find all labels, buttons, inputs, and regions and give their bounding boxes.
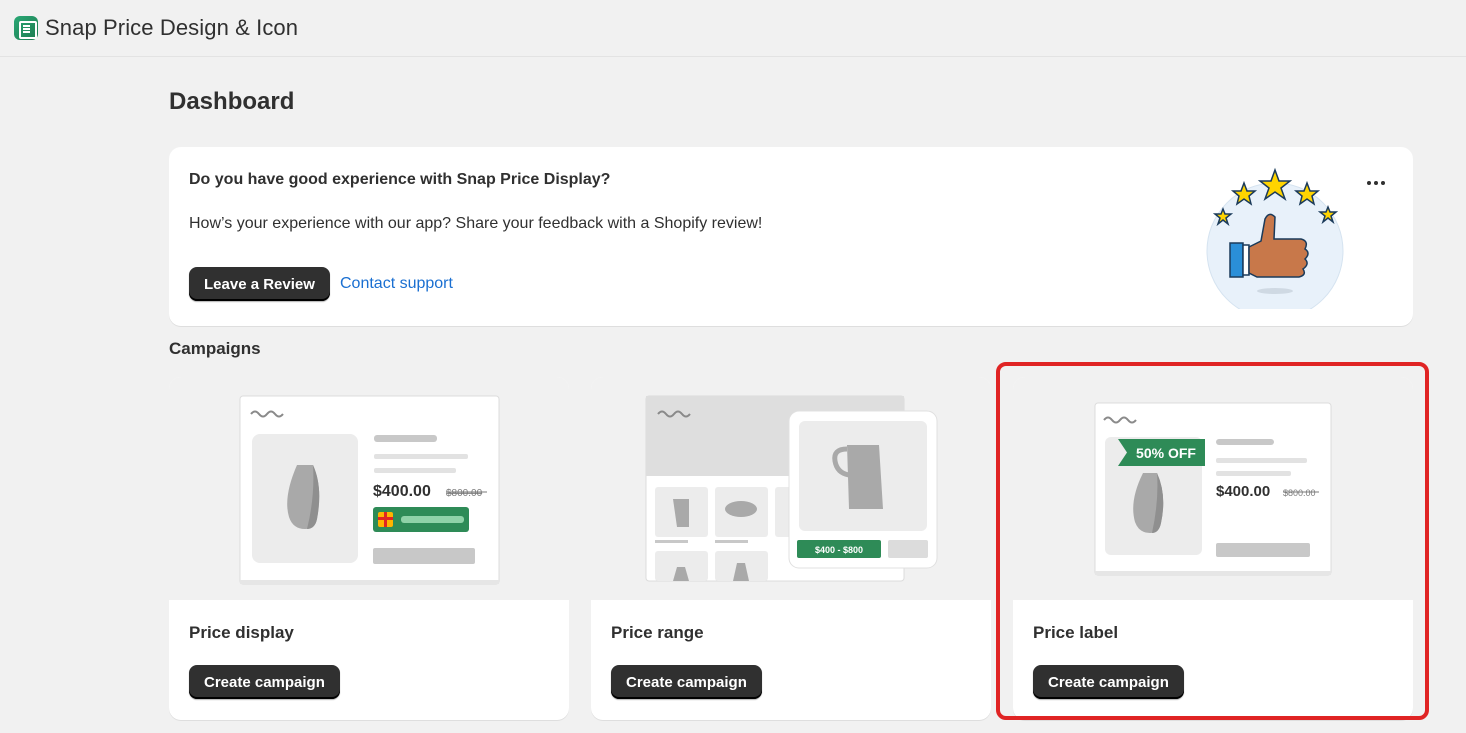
app-header: Snap Price Design & Icon — [0, 0, 1466, 57]
review-banner: Do you have good experience with Snap Pr… — [169, 147, 1413, 326]
card-title: Price display — [189, 623, 294, 642]
thumbs-up-stars-icon — [1206, 167, 1344, 309]
page-title: Dashboard — [169, 88, 295, 115]
card-title: Price label — [1033, 623, 1119, 642]
app-title: Snap Price Design & Icon — [45, 15, 299, 40]
leave-review-button[interactable]: Leave a Review — [189, 267, 330, 301]
preview-price: $400.00 — [373, 483, 431, 500]
campaign-card-price-label: 50% OFF $400.00 $800.00 Price label Crea… — [1013, 377, 1413, 720]
price-range-preview: $400 - $800 — [591, 377, 991, 600]
preview-discount-badge: 50% OFF — [1136, 445, 1196, 461]
preview-compare-price: $800.00 — [446, 488, 483, 499]
create-campaign-button[interactable]: Create campaign — [611, 665, 762, 699]
create-campaign-button[interactable]: Create campaign — [1033, 665, 1184, 699]
more-horizontal-icon[interactable] — [1364, 175, 1388, 191]
banner-heading: Do you have good experience with Snap Pr… — [189, 171, 611, 188]
preview-price-range: $400 - $800 — [815, 545, 863, 555]
preview-compare-price: $800.00 — [1283, 488, 1316, 498]
price-label-preview: 50% OFF $400.00 $800.00 — [1013, 377, 1413, 600]
contact-support-link[interactable]: Contact support — [340, 275, 453, 293]
campaigns-section-title: Campaigns — [169, 339, 261, 358]
create-campaign-button[interactable]: Create campaign — [189, 665, 340, 699]
preview-price: $400.00 — [1216, 483, 1270, 500]
campaign-card-price-display: $400.00 $800.00 Price display Create cam… — [169, 377, 569, 720]
card-title: Price range — [611, 623, 704, 642]
app-logo-icon — [14, 16, 38, 40]
price-display-preview: $400.00 $800.00 — [169, 377, 569, 600]
campaign-card-price-range: $400 - $800 Price range Create campaign — [591, 377, 991, 720]
banner-body: How’s your experience with our app? Shar… — [189, 215, 763, 232]
